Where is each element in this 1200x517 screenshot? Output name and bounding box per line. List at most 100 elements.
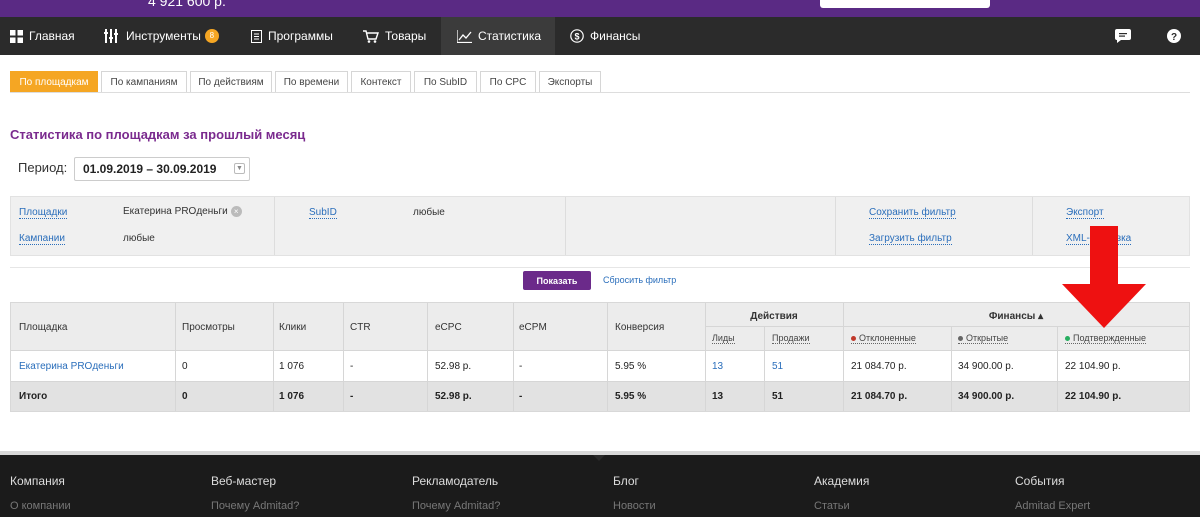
col-header-clicks[interactable]: Клики xyxy=(279,322,306,333)
tab-by-subid[interactable]: По SubID xyxy=(414,71,477,93)
filter-subid-link[interactable]: SubID xyxy=(309,207,337,219)
row-platform-link[interactable]: Екатерина PROденьги xyxy=(19,361,124,372)
total-label: Итого xyxy=(19,391,48,402)
col-header-views[interactable]: Просмотры xyxy=(182,322,235,333)
col-divider xyxy=(607,303,608,411)
col-header-conversion[interactable]: Конверсия xyxy=(615,322,664,333)
filter-divider xyxy=(274,197,275,255)
load-filter-link[interactable]: Загрузить фильтр xyxy=(869,233,952,245)
col-header-confirmed[interactable]: Подтвержденные xyxy=(1065,333,1147,344)
nav-item-tools[interactable]: Инструменты 8 xyxy=(104,17,219,55)
filter-campaigns-link[interactable]: Кампании xyxy=(19,233,65,245)
nav-label-tools: Инструменты xyxy=(126,29,201,43)
nav-item-statistics[interactable]: Статистика xyxy=(441,17,555,55)
footer-link-about[interactable]: О компании xyxy=(10,500,71,512)
total-conversion: 5.95 % xyxy=(615,391,647,402)
cart-icon xyxy=(363,29,379,43)
tab-exports[interactable]: Экспорты xyxy=(539,71,601,93)
nav-item-products[interactable]: Товары xyxy=(363,17,426,55)
col-header-platform[interactable]: Площадка xyxy=(19,322,67,333)
group-header-actions: Действия xyxy=(750,311,798,322)
col-header-ecpm[interactable]: eCPM xyxy=(519,322,547,333)
row-leads-link[interactable]: 13 xyxy=(712,361,723,372)
total-sales: 51 xyxy=(772,391,784,402)
footer-link-webmaster-why[interactable]: Почему Admitad? xyxy=(211,500,299,512)
tab-context[interactable]: Контекст xyxy=(351,71,411,93)
separator xyxy=(10,267,1190,268)
row-sales-link[interactable]: 51 xyxy=(772,361,783,372)
col-header-ecpc[interactable]: eCPC xyxy=(435,322,462,333)
tab-by-time[interactable]: По времени xyxy=(275,71,348,93)
show-button[interactable]: Показать xyxy=(523,271,591,290)
save-filter-link[interactable]: Сохранить фильтр xyxy=(869,207,956,219)
footer-title-advertiser: Рекламодатель xyxy=(412,474,499,488)
col-header-leads[interactable]: Лиды xyxy=(712,333,735,344)
footer-title-events: События xyxy=(1015,474,1065,488)
total-ecpm: - xyxy=(519,391,523,402)
footer-link-advertiser-why[interactable]: Почему Admitad? xyxy=(412,500,500,512)
total-ecpc: 52.98 р. xyxy=(435,391,472,402)
tab-by-actions[interactable]: По действиям xyxy=(190,71,272,93)
nav-item-finance[interactable]: $ Финансы xyxy=(570,17,640,55)
total-ctr: - xyxy=(350,391,354,402)
col-header-open[interactable]: Открытые xyxy=(958,333,1009,344)
filter-panel: Площадки Екатерина PROденьги × Кампании л… xyxy=(10,196,1190,256)
footer: Компания О компании Веб-мастер Почему Ad… xyxy=(0,455,1200,517)
tab-by-cpc[interactable]: По CPC xyxy=(480,71,536,93)
rejected-status-dot xyxy=(851,336,856,342)
row-ecpc: 52.98 р. xyxy=(435,361,472,372)
remove-icon[interactable]: × xyxy=(230,206,242,217)
footer-link-admitad-expert[interactable]: Admitad Expert xyxy=(1015,500,1090,512)
row-divider xyxy=(11,350,1189,351)
help-button[interactable]: ? xyxy=(1167,17,1187,55)
export-link[interactable]: Экспорт xyxy=(1066,207,1104,219)
col-header-ctr[interactable]: CTR xyxy=(350,322,371,333)
tab-divider xyxy=(10,92,1190,93)
dropdown-arrow-icon: ▼ xyxy=(234,163,245,174)
filter-divider xyxy=(835,197,836,255)
scroll-up-icon[interactable] xyxy=(593,455,605,461)
col-divider xyxy=(427,303,428,411)
tab-by-platforms[interactable]: По площадкам xyxy=(10,71,98,93)
reset-filter-link[interactable]: Сбросить фильтр xyxy=(603,275,676,285)
col-header-sales[interactable]: Продажи xyxy=(772,333,810,344)
tools-icon xyxy=(104,29,118,43)
filter-divider xyxy=(565,197,566,255)
chart-icon xyxy=(457,29,472,43)
nav-item-programs[interactable]: Программы xyxy=(251,17,333,55)
total-leads: 13 xyxy=(712,391,724,402)
footer-title-blog: Блог xyxy=(613,474,639,488)
nav-label-finance: Финансы xyxy=(590,29,641,43)
col-divider xyxy=(764,327,765,411)
chat-button[interactable] xyxy=(1114,17,1138,55)
dollar-icon: $ xyxy=(570,29,584,43)
tab-by-campaigns[interactable]: По кампаниям xyxy=(101,71,187,93)
row-ecpm: - xyxy=(519,361,523,372)
balance-amount: 4 921 600 р. xyxy=(148,0,226,9)
col-divider xyxy=(273,303,274,411)
period-select[interactable]: 01.09.2019 – 30.09.2019 ▼ xyxy=(74,157,250,181)
filter-subid-value: любые xyxy=(413,207,445,218)
col-divider xyxy=(951,327,952,411)
nav-item-home[interactable]: Главная xyxy=(10,17,75,55)
row-confirmed: 22 104.90 р. xyxy=(1065,361,1121,372)
col-divider xyxy=(343,303,344,411)
col-header-confirmed-label: Подтвержденные xyxy=(1073,333,1147,343)
main-nav: Главная Инструменты 8 Программы Товары С… xyxy=(0,17,1200,55)
filter-platforms-link[interactable]: Площадки xyxy=(19,207,68,219)
footer-title-company: Компания xyxy=(10,474,65,488)
footer-link-articles[interactable]: Статьи xyxy=(814,500,850,512)
col-divider xyxy=(175,303,176,411)
col-header-rejected[interactable]: Отклоненные xyxy=(851,333,916,344)
col-divider xyxy=(513,303,514,411)
footer-title-webmaster: Веб-мастер xyxy=(211,474,277,488)
stats-table: Площадка Просмотры Клики CTR eCPC eCPM К… xyxy=(10,302,1190,412)
filter-campaigns-value: любые xyxy=(123,233,155,244)
row-divider xyxy=(11,381,1189,382)
col-header-open-label: Открытые xyxy=(966,333,1009,343)
row-views: 0 xyxy=(182,361,188,372)
footer-link-news[interactable]: Новости xyxy=(613,500,656,512)
row-rejected: 21 084.70 р. xyxy=(851,361,907,372)
filter-divider xyxy=(1032,197,1033,255)
search-input[interactable] xyxy=(820,0,990,8)
